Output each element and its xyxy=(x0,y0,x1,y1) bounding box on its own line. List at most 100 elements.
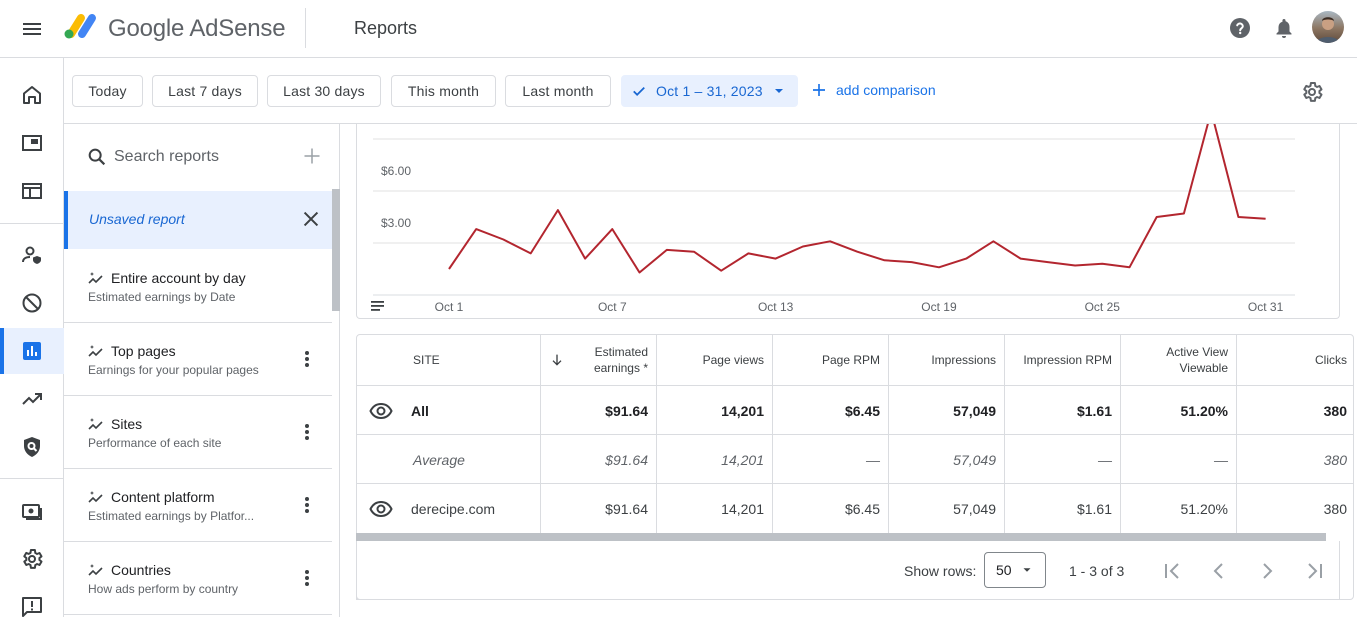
table-horizontal-scrollbar[interactable] xyxy=(356,533,1326,541)
cell-impression-rpm: — xyxy=(1005,435,1121,484)
unsaved-report-label: Unsaved report xyxy=(89,211,185,227)
rows-per-page-value: 50 xyxy=(996,562,1012,578)
chip-last-month[interactable]: Last month xyxy=(505,75,611,107)
x-tick-label: Oct 19 xyxy=(921,300,957,314)
unsaved-report-item[interactable]: Unsaved report xyxy=(64,191,332,249)
person-shield-icon xyxy=(20,243,44,267)
x-tick-label: Oct 13 xyxy=(758,300,794,314)
y-tick-label: $6.00 xyxy=(381,164,411,178)
report-subtitle: Performance of each site xyxy=(88,436,221,450)
search-reports-input[interactable]: Search reports xyxy=(114,148,219,166)
y-tick-label: $9.00 xyxy=(381,124,411,126)
cell-viewable: 51.20% xyxy=(1121,484,1237,533)
bar-chart-icon xyxy=(20,339,44,363)
cell-clicks: 380 xyxy=(1237,435,1354,484)
more-vert-icon[interactable] xyxy=(299,350,315,368)
last-page-icon[interactable] xyxy=(1303,559,1327,583)
row-site: derecipe.com xyxy=(411,501,495,517)
auto-awesome-chart-icon xyxy=(88,270,104,286)
search-reports[interactable]: Search reports xyxy=(64,124,340,189)
avatar[interactable] xyxy=(1312,11,1344,43)
report-item-countries[interactable]: Countries How ads perform by country xyxy=(64,542,332,615)
nav-optimization[interactable] xyxy=(0,376,64,422)
chip-last-7-days[interactable]: Last 7 days xyxy=(152,75,258,107)
auto-awesome-chart-icon xyxy=(88,343,104,359)
column-header-page-rpm[interactable]: Page RPM xyxy=(773,335,889,385)
report-title: Sites xyxy=(111,416,142,432)
more-vert-icon[interactable] xyxy=(299,423,315,441)
nav-policy-center[interactable] xyxy=(0,424,64,470)
nav-privacy-messaging[interactable] xyxy=(0,232,64,278)
nav-account[interactable] xyxy=(0,536,64,582)
visibility-eye-icon[interactable] xyxy=(369,399,393,423)
date-range-selector[interactable]: Oct 1 – 31, 2023 xyxy=(621,75,798,107)
menu-icon[interactable] xyxy=(20,17,44,41)
cell-earnings: $91.64 xyxy=(541,386,657,435)
close-icon[interactable] xyxy=(300,208,322,230)
nav-home[interactable] xyxy=(0,72,64,118)
report-item-top-pages[interactable]: Top pages Earnings for your popular page… xyxy=(64,323,332,396)
cell-page-views: 14,201 xyxy=(657,484,773,533)
visibility-eye-icon[interactable] xyxy=(369,497,393,521)
column-header-clicks[interactable]: Clicks xyxy=(1237,335,1354,385)
chip-today[interactable]: Today xyxy=(72,75,143,107)
next-page-icon[interactable] xyxy=(1255,559,1279,583)
column-header-page-views[interactable]: Page views xyxy=(657,335,773,385)
table-row-site[interactable]: derecipe.com $91.64 14,201 $6.45 57,049 … xyxy=(357,483,1354,532)
header-earnings-line1: Estimated xyxy=(595,345,648,359)
row-site: Average xyxy=(357,435,541,484)
nav-ads[interactable] xyxy=(0,120,64,166)
column-header-site[interactable]: SITE xyxy=(357,335,541,385)
help-icon[interactable] xyxy=(1228,16,1252,40)
report-title: Countries xyxy=(111,562,171,578)
column-header-impressions[interactable]: Impressions xyxy=(889,335,1005,385)
table-row-all[interactable]: All $91.64 14,201 $6.45 57,049 $1.61 51.… xyxy=(357,385,1354,434)
page-title: Reports xyxy=(354,18,417,39)
create-report-plus-icon[interactable] xyxy=(302,146,322,166)
dropdown-arrow-icon xyxy=(1020,563,1034,577)
nav-payments[interactable] xyxy=(0,488,64,534)
notifications-icon[interactable] xyxy=(1272,16,1296,40)
nav-feedback[interactable] xyxy=(0,584,64,630)
auto-awesome-chart-icon xyxy=(88,562,104,578)
add-comparison-label: add comparison xyxy=(836,82,936,98)
rows-per-page-select[interactable]: 50 xyxy=(984,552,1046,588)
x-tick-label: Oct 7 xyxy=(598,300,627,314)
chart-legend-toggle-icon[interactable] xyxy=(371,301,384,311)
add-comparison-button[interactable]: add comparison xyxy=(810,81,936,99)
payments-icon xyxy=(20,499,44,523)
sites-icon xyxy=(20,179,44,203)
previous-page-icon[interactable] xyxy=(1207,559,1231,583)
navigation-rail xyxy=(0,58,64,617)
rail-divider xyxy=(0,223,64,224)
dropdown-arrow-icon xyxy=(771,83,787,99)
column-header-active-view-viewable[interactable]: Active ViewViewable xyxy=(1121,335,1237,385)
report-item-entire-account[interactable]: Entire account by day Estimated earnings… xyxy=(64,250,332,323)
top-app-bar: Google AdSense Reports xyxy=(0,0,1357,58)
date-filter-bar: Today Last 7 days Last 30 days This mont… xyxy=(64,58,1357,124)
column-header-earnings[interactable]: Estimatedearnings * xyxy=(541,335,657,385)
cell-clicks: 380 xyxy=(1237,386,1354,435)
cell-page-rpm: $6.45 xyxy=(773,386,889,435)
report-settings-gear-icon[interactable] xyxy=(1300,80,1324,104)
panel-scrollbar[interactable] xyxy=(332,189,340,311)
home-icon xyxy=(20,83,44,107)
report-item-sites[interactable]: Sites Performance of each site xyxy=(64,396,332,469)
report-item-content-platform[interactable]: Content platform Estimated earnings by P… xyxy=(64,469,332,542)
earnings-line-chart[interactable]: $3.00$6.00$9.00Oct 1Oct 7Oct 13Oct 19Oct… xyxy=(357,124,1341,319)
chip-last-30-days[interactable]: Last 30 days xyxy=(267,75,381,107)
report-title: Top pages xyxy=(111,343,176,359)
nav-blocking-controls[interactable] xyxy=(0,280,64,326)
report-subtitle: Earnings for your popular pages xyxy=(88,363,259,377)
cell-viewable: 51.20% xyxy=(1121,386,1237,435)
first-page-icon[interactable] xyxy=(1160,559,1184,583)
nav-sites[interactable] xyxy=(0,168,64,214)
chip-this-month[interactable]: This month xyxy=(391,75,496,107)
show-rows-label: Show rows: xyxy=(904,563,976,579)
nav-reports[interactable] xyxy=(0,328,64,374)
more-vert-icon[interactable] xyxy=(299,496,315,514)
cell-page-rpm: — xyxy=(773,435,889,484)
column-header-impression-rpm[interactable]: Impression RPM xyxy=(1005,335,1121,385)
more-vert-icon[interactable] xyxy=(299,569,315,587)
block-icon xyxy=(20,291,44,315)
